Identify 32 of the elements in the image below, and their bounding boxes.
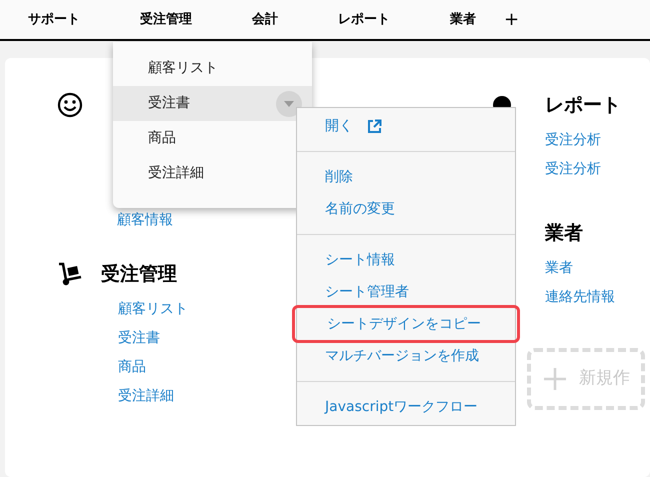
context-menu-item[interactable]: 名前の変更 <box>297 193 515 225</box>
section-link[interactable]: 顧客情報 <box>117 210 173 231</box>
nav-tab[interactable]: レポート <box>338 10 390 30</box>
section-link[interactable]: 業者 <box>545 258 573 279</box>
section-link[interactable]: 受注書 <box>118 328 160 349</box>
section-link[interactable]: 連絡先情報 <box>545 287 615 308</box>
caret-icon[interactable] <box>276 90 302 116</box>
context-menu-item[interactable]: マルチバージョンを作成 <box>297 340 515 372</box>
external-link-icon <box>367 118 382 134</box>
section-link[interactable]: 受注詳細 <box>118 386 174 407</box>
section-title: レポート <box>545 92 621 118</box>
section-link[interactable]: 顧客リスト <box>118 299 188 320</box>
nav-tab[interactable]: 会計 <box>252 10 278 30</box>
context-menu-item[interactable]: シート情報 <box>297 244 515 276</box>
smiley-face-icon <box>57 92 83 118</box>
section-title: 業者 <box>545 220 583 246</box>
nav-tab[interactable]: サポート <box>28 10 80 30</box>
nav-tab[interactable]: 業者 <box>450 10 476 30</box>
section-link[interactable]: 受注分析 <box>545 130 601 151</box>
dropdown-item[interactable]: 受注書 <box>113 86 312 121</box>
context-menu-item[interactable]: シートデザインをコピー <box>292 305 520 343</box>
section-title: 受注管理 <box>101 262 177 287</box>
section-link[interactable]: 商品 <box>118 357 146 378</box>
nav-tab[interactable]: 受注管理 <box>140 10 192 30</box>
context-menu-item[interactable]: シート管理者 <box>297 276 515 308</box>
dropdown-item[interactable]: 顧客リスト <box>113 51 312 86</box>
add-tab-button[interactable]: + <box>504 10 520 28</box>
plus-icon <box>543 367 567 391</box>
context-menu-item[interactable]: 削除 <box>297 161 515 193</box>
section-link[interactable]: 受注分析 <box>545 159 601 180</box>
hand-truck-icon <box>57 261 83 287</box>
context-menu-item[interactable]: Javascriptワークフロー <box>297 391 515 423</box>
